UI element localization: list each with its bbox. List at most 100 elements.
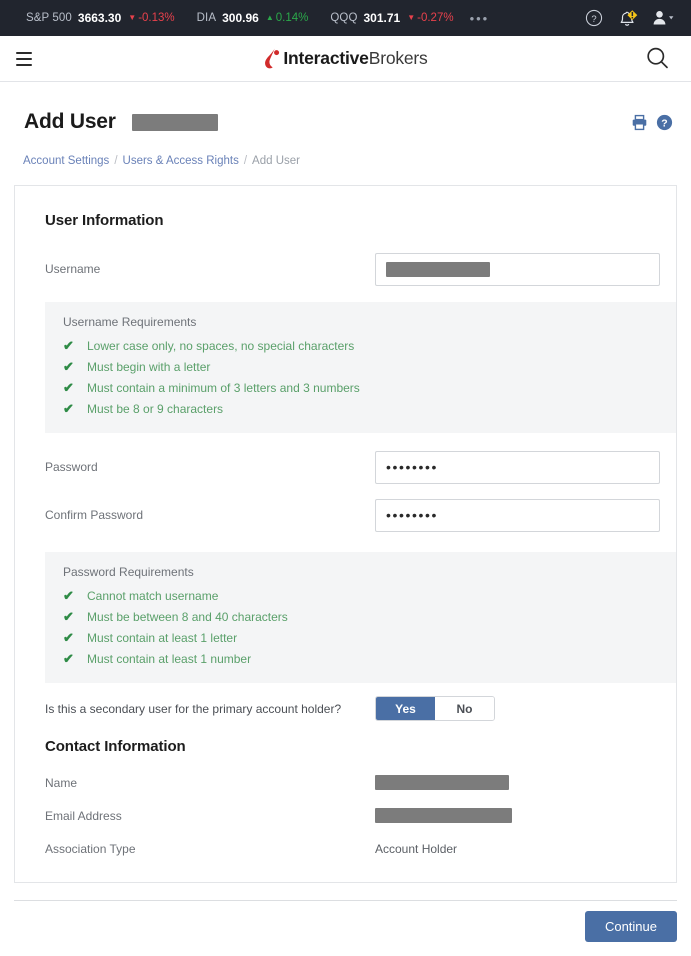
password-requirements-title: Password Requirements xyxy=(63,565,194,579)
username-requirements-panel: Username Requirements ✔ Lower case only,… xyxy=(45,302,676,433)
ticker-change: ▲ 0.14% xyxy=(266,12,309,24)
logo-text-primary: Interactive xyxy=(283,48,369,68)
password-requirements-panel: Password Requirements ✔ Cannot match use… xyxy=(45,552,676,683)
search-icon[interactable] xyxy=(644,45,671,72)
ticker-change-value: -0.27% xyxy=(417,12,454,24)
svg-text:?: ? xyxy=(661,117,667,129)
breadcrumb-separator: / xyxy=(114,155,118,167)
requirement-item: ✔ Cannot match username xyxy=(63,585,676,606)
logo-text-secondary: Brokers xyxy=(368,48,428,68)
check-icon: ✔ xyxy=(63,630,74,645)
email-row: Email Address xyxy=(31,799,660,832)
ticker-change-value: 0.14% xyxy=(275,12,309,24)
redacted-account-id xyxy=(131,113,218,131)
check-icon: ✔ xyxy=(63,588,74,603)
ticker-more-icon[interactable]: ••• xyxy=(470,11,490,26)
add-user-form-card: User Information Username Username Requi… xyxy=(14,185,677,883)
page-title-row: Add User ? xyxy=(0,82,691,138)
association-type-label: Association Type xyxy=(45,841,136,856)
breadcrumb-item-add-user: Add User xyxy=(252,155,300,167)
contact-information-heading: Contact Information xyxy=(45,738,186,755)
confirm-password-value: •••••••• xyxy=(386,507,439,523)
requirement-label: Cannot match username xyxy=(87,588,219,603)
ticker-change: ▼ -0.27% xyxy=(407,12,453,24)
hamburger-menu-icon[interactable] xyxy=(12,44,36,74)
requirement-item: ✔ Must begin with a letter xyxy=(63,356,676,377)
ticker-item[interactable]: QQQ 301.71 ▼ -0.27% xyxy=(330,11,453,25)
association-type-value: Account Holder xyxy=(375,841,458,856)
ticker-symbol: DIA xyxy=(196,12,217,24)
requirement-label: Must be between 8 and 40 characters xyxy=(87,609,288,624)
requirement-label: Must be 8 or 9 characters xyxy=(87,401,224,416)
check-icon: ✔ xyxy=(63,338,74,353)
password-row: Password •••••••• xyxy=(31,443,660,491)
market-ticker-bar: S&P 500 3663.30 ▼ -0.13% DIA 300.96 ▲ 0.… xyxy=(0,0,691,36)
help-circle-icon[interactable]: ? xyxy=(585,9,603,27)
requirement-item: ✔ Must be between 8 and 40 characters xyxy=(63,606,676,627)
secondary-user-question: Is this a secondary user for the primary… xyxy=(45,701,342,716)
requirement-item: ✔ Lower case only, no spaces, no special… xyxy=(63,335,676,356)
svg-text:?: ? xyxy=(591,14,596,25)
password-value: •••••••• xyxy=(386,459,439,475)
password-input[interactable]: •••••••• xyxy=(375,450,660,484)
redacted-name-value xyxy=(375,775,509,790)
ticker-item[interactable]: S&P 500 3663.30 ▼ -0.13% xyxy=(26,11,175,25)
requirement-label: Must contain a minimum of 3 letters and … xyxy=(87,380,360,395)
page-actions: ? xyxy=(631,114,673,131)
requirement-item: ✔ Must contain a minimum of 3 letters an… xyxy=(63,377,676,398)
check-icon: ✔ xyxy=(63,651,74,666)
requirement-item: ✔ Must contain at least 1 number xyxy=(63,648,676,669)
ticker-change: ▼ -0.13% xyxy=(128,12,174,24)
username-input[interactable] xyxy=(375,252,660,286)
ticker-item[interactable]: DIA 300.96 ▲ 0.14% xyxy=(197,11,309,25)
requirement-item: ✔ Must contain at least 1 letter xyxy=(63,627,676,648)
breadcrumb-separator: / xyxy=(243,155,248,167)
ib-flame-logo-icon xyxy=(263,48,279,69)
confirm-password-input[interactable]: •••••••• xyxy=(375,498,660,532)
username-label: Username xyxy=(45,262,101,276)
arrow-up-icon: ▲ xyxy=(265,13,274,22)
requirement-label: Must contain at least 1 number xyxy=(87,651,252,666)
check-icon: ✔ xyxy=(63,609,74,624)
breadcrumb: Account Settings / Users & Access Rights… xyxy=(0,138,691,167)
print-icon[interactable] xyxy=(631,114,648,131)
interactive-brokers-logo[interactable]: Interactive Brokers xyxy=(263,48,428,69)
username-row: Username xyxy=(31,245,660,293)
toggle-option-yes[interactable]: Yes xyxy=(376,697,435,720)
user-account-icon[interactable] xyxy=(651,9,675,27)
ticker-price: 3663.30 xyxy=(77,11,122,25)
confirm-password-label: Confirm Password xyxy=(45,508,144,522)
requirement-label: Must contain at least 1 letter xyxy=(87,630,238,645)
notification-bell-alert-icon[interactable] xyxy=(616,9,638,28)
ticker-symbol: QQQ xyxy=(330,12,358,24)
check-icon: ✔ xyxy=(63,401,74,416)
arrow-down-icon: ▼ xyxy=(128,13,137,22)
arrow-down-icon: ▼ xyxy=(407,13,416,22)
check-icon: ✔ xyxy=(63,380,74,395)
username-requirements-title: Username Requirements xyxy=(63,315,197,329)
check-icon: ✔ xyxy=(63,359,74,374)
redacted-username-value xyxy=(386,261,490,277)
help-icon[interactable]: ? xyxy=(656,114,673,131)
breadcrumb-item-account-settings[interactable]: Account Settings xyxy=(23,155,109,167)
ticker-price: 301.71 xyxy=(363,11,401,25)
name-label: Name xyxy=(45,775,78,790)
secondary-user-toggle: Yes No xyxy=(375,696,495,721)
ticker-price: 300.96 xyxy=(222,11,259,25)
password-label: Password xyxy=(45,460,98,474)
name-row: Name xyxy=(31,766,660,799)
toggle-option-no[interactable]: No xyxy=(435,697,494,720)
form-footer: Continue xyxy=(0,901,691,942)
ticker-bar-actions: ? xyxy=(585,9,679,28)
email-label: Email Address xyxy=(45,808,122,823)
redacted-email-value xyxy=(375,808,512,823)
user-information-heading: User Information xyxy=(45,212,164,229)
secondary-user-row: Is this a secondary user for the primary… xyxy=(31,683,660,721)
ticker-change-value: -0.13% xyxy=(138,12,175,24)
breadcrumb-item-users-access-rights[interactable]: Users & Access Rights xyxy=(123,155,239,167)
page-title: Add User xyxy=(24,110,116,133)
association-type-row: Association Type Account Holder xyxy=(31,832,660,865)
requirement-item: ✔ Must be 8 or 9 characters xyxy=(63,398,676,419)
site-header: Interactive Brokers xyxy=(0,36,691,82)
continue-button[interactable]: Continue xyxy=(584,911,677,942)
